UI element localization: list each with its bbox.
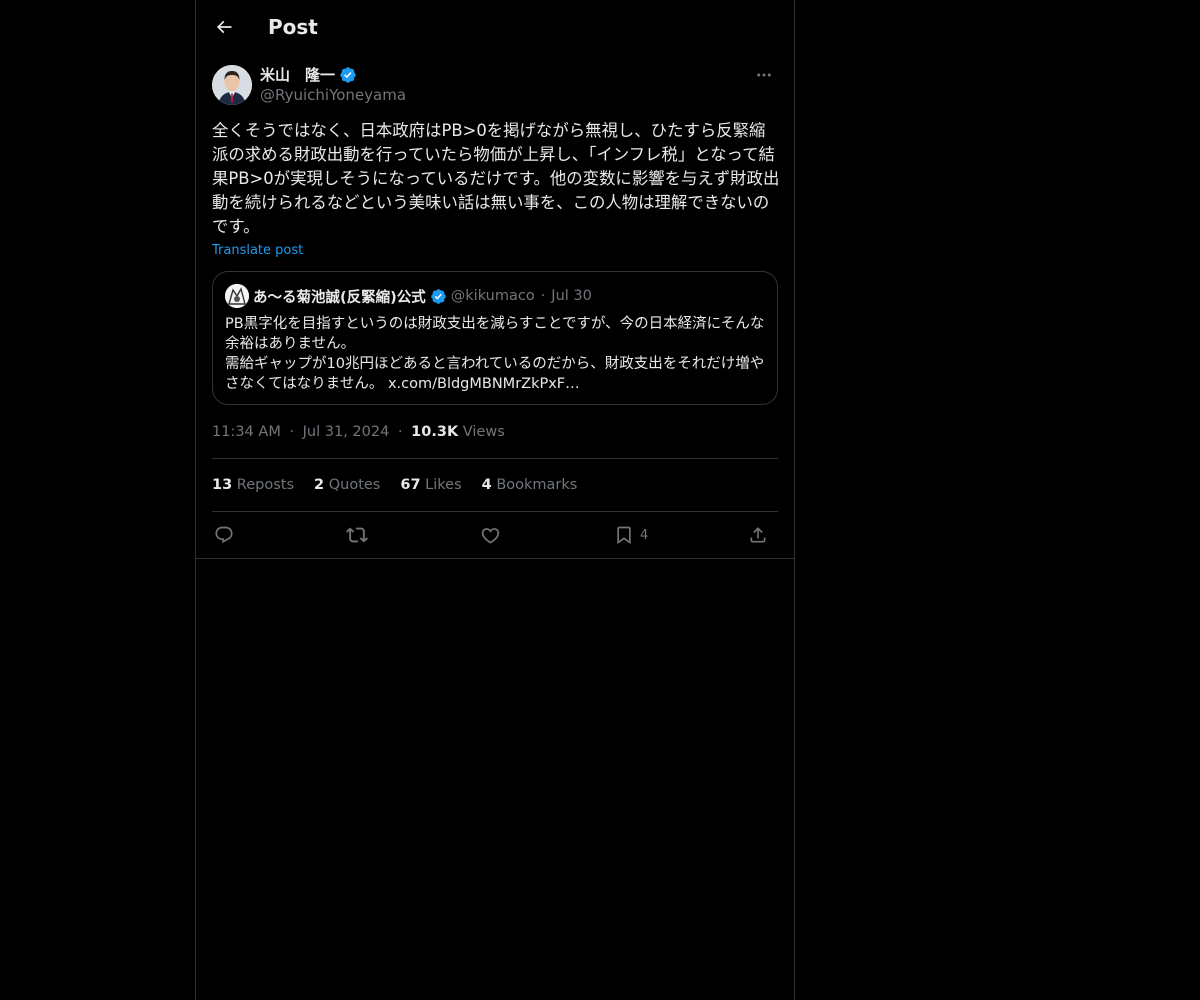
post-meta: 11:34 AM · Jul 31, 2024 · 10.3K Views: [212, 422, 505, 442]
quoted-post[interactable]: あ〜る菊池誠(反緊縮)公式 @kikumaco · Jul 30 PB黒字化を目…: [212, 271, 778, 405]
engagement-stats: 13 Reposts 2 Quotes 67 Likes 4 Bookmarks: [212, 475, 597, 495]
divider: [212, 458, 778, 459]
author-handle[interactable]: @RyuichiYoneyama: [260, 85, 406, 105]
repost-icon: [346, 527, 368, 543]
quoted-date: Jul 30: [551, 288, 592, 304]
quoted-author-name: あ〜る菊池誠(反緊縮)公式: [253, 289, 426, 306]
quoted-post-header: あ〜る菊池誠(反緊縮)公式 @kikumaco · Jul 30: [225, 284, 592, 308]
author-row: 米山 隆一 @RyuichiYoneyama: [212, 64, 778, 108]
quoted-separator: ·: [540, 288, 546, 304]
verified-badge-icon: [339, 66, 357, 84]
views-count: 10.3K: [411, 424, 459, 440]
bookmark-icon: [617, 526, 631, 545]
reply-button[interactable]: [214, 522, 234, 548]
quoted-post-text: PB黒字化を目指すというのは財政支出を減らすことですが、今の日本経済にそんな余裕…: [225, 316, 765, 392]
quoted-avatar: [225, 284, 249, 308]
meta-separator: ·: [397, 424, 403, 440]
divider: [212, 511, 778, 512]
like-button[interactable]: [480, 522, 501, 548]
arrow-left-icon: [216, 20, 232, 34]
post-column: Post 米山 隆一 @RyuichiYoneyama 全くそうではなく、日本政…: [195, 0, 795, 1000]
repost-button[interactable]: [346, 522, 368, 548]
divider: [196, 558, 794, 559]
page-title: Post: [268, 15, 318, 39]
quotes-stat[interactable]: 2 Quotes: [314, 475, 380, 495]
post-time[interactable]: 11:34 AM: [212, 424, 281, 440]
more-button[interactable]: [750, 64, 778, 86]
header: Post: [196, 0, 794, 54]
reply-icon: [215, 526, 233, 544]
author-name[interactable]: 米山 隆一: [260, 65, 357, 85]
quoted-verified-badge-icon: [430, 288, 447, 305]
avatar[interactable]: [212, 65, 252, 105]
post-date[interactable]: Jul 31, 2024: [303, 424, 390, 440]
translate-post-link[interactable]: Translate post: [212, 242, 303, 260]
back-button[interactable]: [210, 13, 238, 41]
author-name-text: 米山 隆一: [260, 66, 336, 84]
post-text: 全くそうではなく、日本政府はPB>0を掲げながら無視し、ひたすら反緊縮派の求める…: [212, 121, 780, 236]
more-horizontal-icon: [757, 73, 771, 77]
quoted-author-handle: @kikumaco: [450, 288, 535, 304]
heart-icon: [481, 527, 500, 544]
avatar-image: [212, 65, 252, 105]
meta-separator: ·: [289, 424, 295, 440]
bookmark-button[interactable]: 4: [614, 522, 648, 548]
action-bar: 4: [212, 522, 778, 548]
likes-stat[interactable]: 67 Likes: [400, 475, 461, 495]
bookmarks-stat[interactable]: 4 Bookmarks: [482, 475, 578, 495]
share-button[interactable]: [748, 522, 768, 548]
views-label: Views: [462, 424, 505, 440]
reposts-stat[interactable]: 13 Reposts: [212, 475, 294, 495]
share-icon: [750, 527, 766, 543]
bookmark-count: 4: [640, 527, 649, 543]
